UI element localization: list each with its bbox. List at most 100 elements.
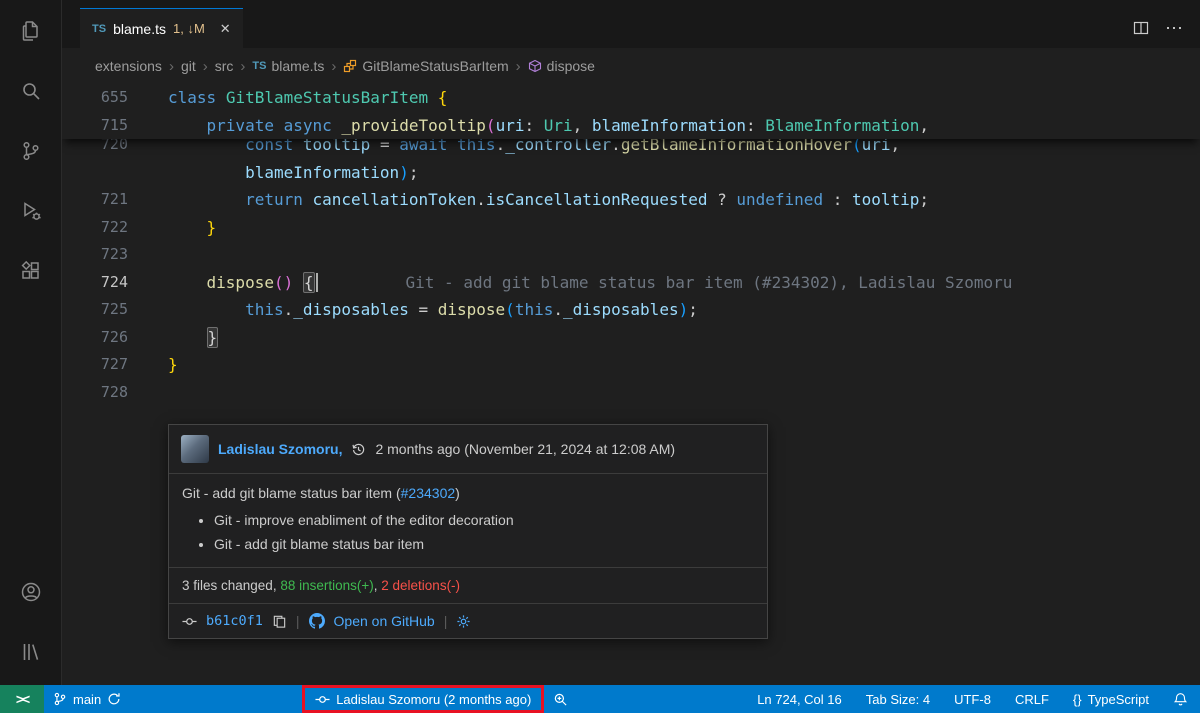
- code-token: undefined: [736, 190, 823, 209]
- line-number: 728: [62, 379, 128, 407]
- breadcrumb-item-blame-ts[interactable]: TS blame.ts: [252, 58, 324, 74]
- cursor-position-status[interactable]: Ln 724, Col 16: [745, 685, 854, 713]
- hover-header: Ladislau Szomoru, 2 months ago (November…: [169, 425, 767, 474]
- open-on-github-link[interactable]: Open on GitHub: [334, 613, 435, 629]
- tab-size-status[interactable]: Tab Size: 4: [854, 685, 942, 713]
- breadcrumb-label: GitBlameStatusBarItem: [362, 58, 508, 74]
- code-token: [303, 190, 313, 209]
- code-line: 723: [62, 241, 1200, 269]
- commit-bullet: Git - add git blame status bar item: [214, 536, 754, 552]
- author-link[interactable]: Ladislau Szomoru,: [218, 441, 342, 457]
- code-token: uri: [496, 116, 525, 135]
- code-token: =: [409, 300, 438, 319]
- code-token: (): [274, 273, 293, 292]
- chevron-right-icon: ›: [169, 58, 174, 75]
- text-cursor: [316, 273, 318, 292]
- git-commit-icon: [315, 692, 330, 707]
- annotation-highlight: Ladislau Szomoru (2 months ago): [302, 685, 544, 713]
- encoding-status[interactable]: UTF-8: [942, 685, 1003, 713]
- editor-group: TS blame.ts 1, ↓M ✕ ⋯ extensions ›: [62, 0, 1200, 685]
- code-token: [168, 328, 207, 347]
- blame-hover-popup: Ladislau Szomoru, 2 months ago (November…: [168, 424, 768, 639]
- line-number: 722: [62, 214, 128, 242]
- library-icon[interactable]: [14, 635, 48, 669]
- breadcrumb: extensions › git › src › TS blame.ts ›: [62, 48, 1200, 84]
- remote-indicator[interactable]: ><: [0, 685, 44, 713]
- code-token: ?: [707, 190, 736, 209]
- breadcrumb-item-src[interactable]: src: [215, 58, 234, 74]
- code-line: 724 dispose() {Git - add git blame statu…: [62, 269, 1200, 297]
- breadcrumb-item-class[interactable]: GitBlameStatusBarItem: [343, 58, 508, 74]
- notifications-item[interactable]: [1161, 685, 1200, 713]
- tab-close-icon[interactable]: ✕: [220, 21, 231, 37]
- more-actions-icon[interactable]: ⋯: [1165, 18, 1184, 39]
- code-token: blameInformation: [592, 116, 746, 135]
- code-token: [274, 116, 284, 135]
- tab-decorations: 1, ↓M: [173, 21, 205, 36]
- symbol-class-icon: [343, 59, 357, 73]
- search-icon[interactable]: [14, 74, 48, 108]
- code-token: Uri: [544, 116, 573, 135]
- code-token: private: [207, 116, 274, 135]
- run-and-debug-icon[interactable]: [14, 194, 48, 228]
- code-token: [168, 273, 207, 292]
- status-bar: >< main Ladis: [0, 685, 1200, 713]
- accounts-icon[interactable]: [14, 575, 48, 609]
- explorer-icon[interactable]: [14, 14, 48, 48]
- commit-hash[interactable]: b61c0f1: [206, 613, 263, 629]
- language-status[interactable]: {} TypeScript: [1061, 685, 1161, 713]
- line-number: 727: [62, 351, 128, 379]
- code-line: 728: [62, 379, 1200, 407]
- code-line: 725 this._disposables = dispose(this._di…: [62, 296, 1200, 324]
- code-token: this: [245, 300, 284, 319]
- tab-blame-ts[interactable]: TS blame.ts 1, ↓M ✕: [80, 8, 243, 48]
- split-editor-icon[interactable]: [1133, 20, 1149, 36]
- code-token: _disposables: [293, 300, 409, 319]
- code-token: isCancellationRequested: [486, 190, 708, 209]
- git-blame-status-item[interactable]: Ladislau Szomoru (2 months ago): [305, 688, 541, 710]
- activity-bar: [0, 0, 62, 685]
- chevron-right-icon: ›: [331, 58, 336, 75]
- symbol-method-icon: [528, 59, 542, 73]
- copy-icon[interactable]: [272, 614, 287, 629]
- line-number: 715: [62, 112, 128, 140]
- code-token: {: [303, 272, 315, 293]
- typescript-file-icon: TS: [92, 23, 106, 35]
- chevron-right-icon: ›: [516, 58, 521, 75]
- code-line: 655class GitBlameStatusBarItem {: [62, 84, 1200, 112]
- code-token: tooltip: [852, 190, 919, 209]
- line-number: 724: [62, 269, 128, 297]
- code-token: ,: [919, 116, 929, 135]
- sticky-scroll[interactable]: 655class GitBlameStatusBarItem {715 priv…: [62, 84, 1200, 139]
- typescript-file-icon: TS: [252, 60, 266, 72]
- code-line: 715 private async _provideTooltip(uri: U…: [62, 112, 1200, 140]
- breadcrumb-item-extensions[interactable]: extensions: [95, 58, 162, 74]
- code-line: 721 return cancellationToken.isCancellat…: [62, 186, 1200, 214]
- eol-status[interactable]: CRLF: [1003, 685, 1061, 713]
- code-token: {: [438, 88, 448, 107]
- code-line: blameInformation);: [62, 159, 1200, 187]
- code-token: :: [524, 116, 543, 135]
- code-token: :: [746, 116, 765, 135]
- code-token: }: [207, 327, 219, 348]
- code-editor[interactable]: 720 const tooltip = await this._controll…: [62, 84, 1200, 685]
- commit-subject-text: Git - add git blame status bar item (: [182, 485, 401, 501]
- code-token: ): [679, 300, 689, 319]
- activity-bar-bottom: [14, 575, 48, 669]
- sync-icon[interactable]: [107, 692, 121, 706]
- code-token: [168, 300, 245, 319]
- line-number: 725: [62, 296, 128, 324]
- code-token: }: [168, 355, 178, 374]
- extensions-icon[interactable]: [14, 254, 48, 288]
- branch-status-item[interactable]: main: [44, 685, 130, 713]
- issue-link[interactable]: #234302: [401, 485, 456, 501]
- gear-icon[interactable]: [456, 614, 471, 629]
- source-control-icon[interactable]: [14, 134, 48, 168]
- commit-subject-text: ): [455, 485, 460, 501]
- zoom-status-item[interactable]: [544, 685, 577, 713]
- code-token: [168, 190, 245, 209]
- breadcrumb-label: dispose: [547, 58, 595, 74]
- commit-subject: Git - add git blame status bar item (#23…: [182, 485, 754, 501]
- breadcrumb-item-git[interactable]: git: [181, 58, 196, 74]
- breadcrumb-item-method[interactable]: dispose: [528, 58, 595, 74]
